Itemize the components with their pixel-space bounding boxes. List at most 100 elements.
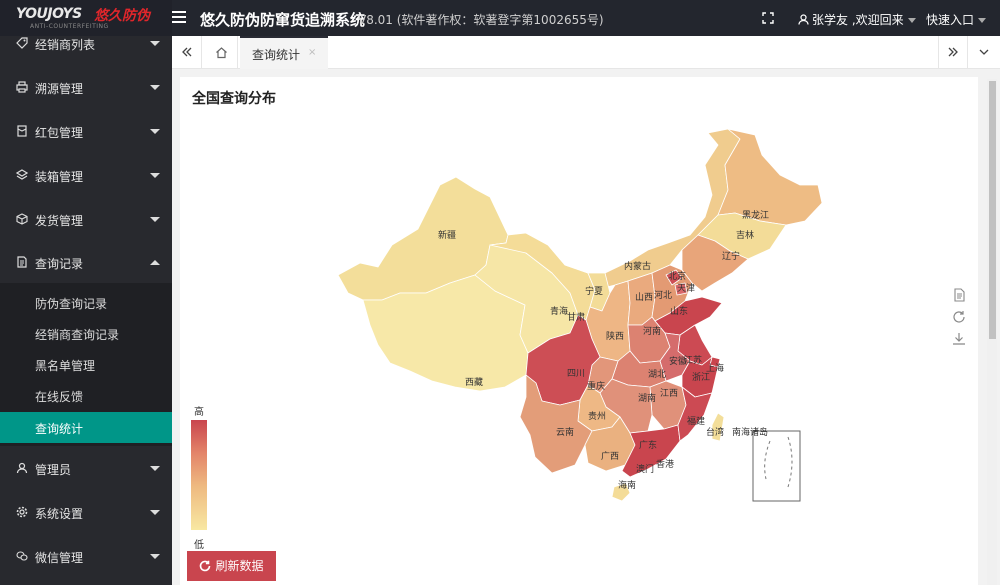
- chevron-down-icon: [150, 173, 160, 178]
- label-neimenggu: 内蒙古: [624, 260, 651, 272]
- chevron-down-icon: [150, 217, 160, 222]
- user-menu[interactable]: 张学友 ,欢迎回来: [798, 11, 916, 28]
- sidebar-subitem-antifake-query[interactable]: 防伪查询记录: [0, 287, 172, 318]
- printer-icon: [16, 81, 28, 93]
- cube-icon: [16, 213, 28, 225]
- label-guangdong: 广东: [639, 439, 657, 451]
- tab-scroll-right-button[interactable]: [938, 36, 968, 69]
- system-version: V8.01 (软件著作权：软著登字第1002655号): [358, 13, 604, 27]
- sidebar-item-shipping[interactable]: 发货管理: [0, 198, 172, 242]
- tab-bar: 查询统计 ×: [172, 36, 1000, 69]
- chevron-down-icon: [979, 49, 989, 55]
- visual-map-gradient[interactable]: [191, 420, 207, 530]
- label-hainan: 海南: [618, 479, 636, 491]
- sidebar-subitem-label: 黑名单管理: [35, 359, 96, 373]
- chevron-down-icon: [907, 18, 916, 23]
- label-tianjin: 天津: [677, 283, 695, 294]
- label-heilongjiang: 黑龙江: [742, 209, 769, 221]
- double-chevron-right-icon: [948, 47, 958, 57]
- chevron-down-icon: [150, 85, 160, 90]
- document-icon: [17, 256, 27, 268]
- sidebar-item-redpacket[interactable]: 红包管理: [0, 110, 172, 154]
- tab-scroll-left-button[interactable]: [172, 36, 202, 69]
- sidebar-item-wechat[interactable]: 微信管理: [0, 535, 172, 579]
- sidebar-item-trace[interactable]: 溯源管理: [0, 66, 172, 110]
- south-china-sea-inset: [752, 430, 801, 502]
- close-icon[interactable]: ×: [308, 47, 316, 58]
- visual-map-low-label: 低: [194, 540, 204, 551]
- tab-more-button[interactable]: [969, 36, 999, 69]
- wechat-icon: [16, 551, 28, 561]
- vertical-scrollbar[interactable]: [987, 79, 997, 585]
- tab-label: 查询统计: [252, 48, 301, 62]
- sidebar-item-dealer-list[interactable]: 经销商列表: [0, 36, 172, 66]
- scrollbar-thumb[interactable]: [989, 81, 996, 339]
- label-gansu: 甘肃: [567, 311, 585, 323]
- sidebar-item-admin[interactable]: 管理员: [0, 447, 172, 491]
- sidebar-item-settings[interactable]: 系统设置: [0, 491, 172, 535]
- sidebar-subitem-label: 经销商查询记录: [35, 328, 120, 342]
- label-hebei: 河北: [654, 289, 672, 301]
- menu-toggle-icon[interactable]: [172, 11, 186, 25]
- fullscreen-icon[interactable]: [762, 12, 774, 24]
- label-zhejiang: 浙江: [692, 371, 710, 383]
- label-chongqing: 重庆: [587, 380, 605, 392]
- chevron-up-icon: [150, 260, 160, 265]
- label-sichuan: 四川: [567, 369, 585, 379]
- sidebar-item-label: 经销商列表: [35, 38, 96, 52]
- visual-map-high-label: 高: [194, 407, 204, 418]
- sidebar-item-label: 发货管理: [35, 214, 84, 228]
- sidebar-item-label: 装箱管理: [35, 170, 84, 184]
- sidebar-subitem-label: 在线反馈: [35, 390, 84, 404]
- label-beijing: 北京: [668, 270, 686, 282]
- label-shaanxi: 陕西: [606, 330, 624, 342]
- data-view-icon[interactable]: [952, 288, 966, 302]
- gear-icon: [16, 506, 28, 518]
- label-guangxi: 广西: [601, 450, 619, 462]
- label-ningxia: 宁夏: [585, 285, 603, 297]
- sidebar-item-label: 管理员: [35, 463, 72, 477]
- user-icon: [798, 14, 809, 25]
- label-jiangsu: 江苏: [684, 354, 702, 366]
- quick-entry-menu[interactable]: 快速入口: [926, 11, 987, 28]
- sidebar-subitem-query-stats[interactable]: 查询统计: [0, 412, 172, 443]
- layers-icon: [16, 169, 28, 180]
- label-xizang: 西藏: [465, 376, 483, 388]
- refresh-icon: [200, 560, 211, 572]
- user-label: 张学友 ,欢迎回来: [812, 13, 904, 27]
- label-jilin: 吉林: [736, 229, 754, 241]
- quick-entry-label: 快速入口: [926, 13, 975, 27]
- label-taiwan: 台湾: [706, 426, 724, 438]
- download-icon[interactable]: [952, 332, 966, 346]
- system-title: 悠久防伪防窜货追溯系统: [200, 11, 366, 29]
- label-shanxi: 山西: [635, 292, 653, 303]
- sidebar-subitem-feedback[interactable]: 在线反馈: [0, 380, 172, 411]
- label-fujian: 福建: [687, 415, 705, 427]
- label-jiangxi: 江西: [660, 388, 678, 399]
- redpacket-icon: [17, 125, 27, 137]
- sidebar-item-packing[interactable]: 装箱管理: [0, 154, 172, 198]
- chevron-down-icon: [978, 18, 987, 23]
- label-xinjiang: 新疆: [438, 229, 456, 241]
- double-chevron-left-icon: [181, 47, 191, 57]
- label-aomen: 澳门: [636, 463, 654, 475]
- tab-home-button[interactable]: [205, 36, 238, 69]
- sidebar-submenu: 防伪查询记录 经销商查询记录 黑名单管理 在线反馈 查询统计: [0, 283, 172, 446]
- label-nanhai: 南海诸岛: [732, 426, 768, 438]
- logo: YOUJOYS 悠久防伪 ANTI-COUNTERFEITING: [0, 0, 172, 36]
- sidebar-subitem-dealer-query[interactable]: 经销商查询记录: [0, 318, 172, 349]
- sidebar-subitem-blacklist[interactable]: 黑名单管理: [0, 349, 172, 380]
- chevron-down-icon: [150, 554, 160, 559]
- restore-icon[interactable]: [952, 310, 966, 324]
- chevron-down-icon: [150, 510, 160, 515]
- label-henan: 河南: [643, 325, 661, 337]
- sidebar-subitem-label: 查询统计: [35, 422, 84, 436]
- refresh-data-button[interactable]: 刷新数据: [187, 551, 276, 581]
- label-shandong: 山东: [670, 305, 688, 317]
- tab-query-stats[interactable]: 查询统计 ×: [240, 36, 328, 69]
- label-liaoning: 辽宁: [722, 250, 740, 262]
- sidebar-item-label: 系统设置: [35, 507, 84, 521]
- page-title: 全国查询分布: [192, 91, 276, 107]
- sidebar-item-query-records[interactable]: 查询记录: [0, 241, 172, 285]
- chart-toolbox: [952, 288, 968, 354]
